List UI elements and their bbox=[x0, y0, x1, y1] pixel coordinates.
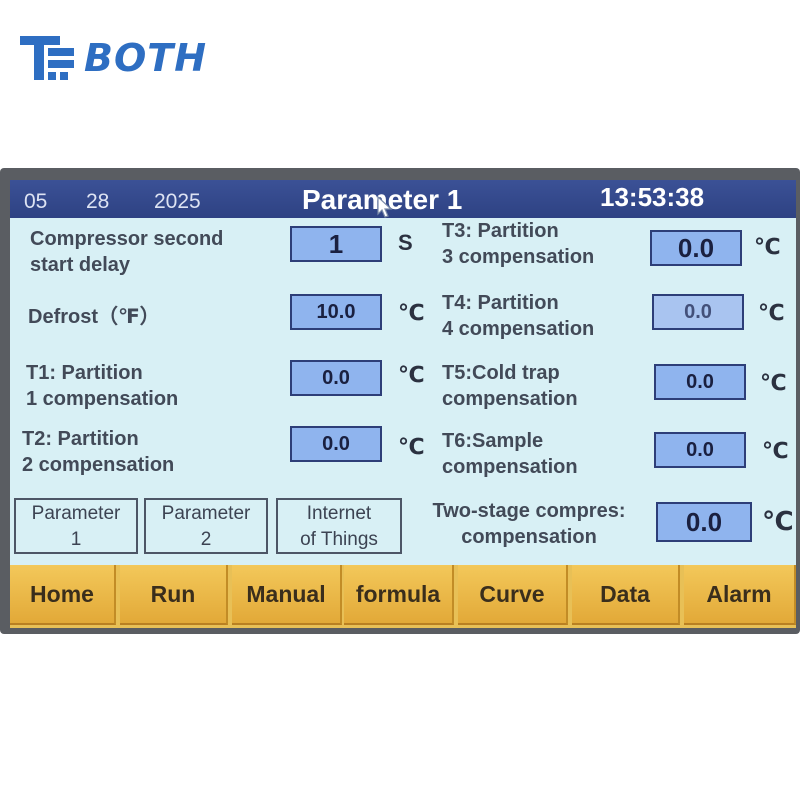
nav-data-button[interactable]: Data bbox=[572, 565, 680, 625]
param-unit-t5: ℃ bbox=[760, 370, 787, 395]
param-label-t5: T5:Cold trap compensation bbox=[442, 362, 578, 410]
header-day: 28 bbox=[86, 190, 110, 213]
param-label-t1: T1: Partition 1 compensation bbox=[26, 362, 179, 410]
brand-logo: BOTH bbox=[20, 34, 220, 84]
param-value-t2[interactable]: 0.0 bbox=[290, 426, 382, 462]
subnav-parameter-2-button[interactable]: Parameter 2 bbox=[144, 498, 268, 554]
param-unit-compressor-delay: S bbox=[398, 230, 413, 255]
nav-manual-button[interactable]: Manual bbox=[232, 565, 342, 625]
header-year: 2025 bbox=[154, 190, 201, 213]
param-value-t6[interactable]: 0.0 bbox=[654, 432, 746, 468]
param-label-t2: T2: Partition 2 compensation bbox=[22, 428, 175, 476]
header-bar: 05 28 2025 Parameter 1 13:53:38 bbox=[10, 180, 796, 218]
param-label-t3: T3: Partition 3 compensation bbox=[442, 220, 595, 268]
param-value-defrost[interactable]: 10.0 bbox=[290, 294, 382, 330]
param-value-t5[interactable]: 0.0 bbox=[654, 364, 746, 400]
nav-run-button[interactable]: Run bbox=[120, 565, 228, 625]
param-label-defrost: Defrost（℉） bbox=[28, 306, 160, 328]
subnav-internet-of-things-button[interactable]: Internet of Things bbox=[276, 498, 402, 554]
param-unit-two-stage: ℃ bbox=[762, 506, 794, 536]
nav-formula-button[interactable]: formula bbox=[344, 565, 454, 625]
param-unit-t3: ℃ bbox=[754, 234, 781, 259]
param-unit-defrost: ℃ bbox=[398, 300, 425, 325]
param-value-compressor-delay[interactable]: 1 bbox=[290, 226, 382, 262]
brand-logo-mark-icon bbox=[20, 36, 74, 80]
pointer-cursor-icon bbox=[377, 196, 393, 218]
nav-alarm-button[interactable]: Alarm bbox=[684, 565, 796, 625]
param-value-t1[interactable]: 0.0 bbox=[290, 360, 382, 396]
param-value-two-stage[interactable]: 0.0 bbox=[656, 502, 752, 542]
param-unit-t1: ℃ bbox=[398, 362, 425, 387]
brand-name: BOTH bbox=[84, 36, 207, 80]
nav-curve-button[interactable]: Curve bbox=[458, 565, 568, 625]
param-label-t6: T6:Sample compensation bbox=[442, 430, 578, 478]
param-unit-t2: ℃ bbox=[398, 434, 425, 459]
bottom-nav: Home Run Manual formula Curve Data Alarm bbox=[10, 565, 796, 628]
hmi-screen: 05 28 2025 Parameter 1 13:53:38 Compress… bbox=[10, 180, 796, 628]
nav-home-button[interactable]: Home bbox=[10, 565, 116, 625]
subnav-parameter-1-button[interactable]: Parameter 1 bbox=[14, 498, 138, 554]
param-value-t3[interactable]: 0.0 bbox=[650, 230, 742, 266]
param-label-compressor-delay: Compressor second start delay bbox=[30, 228, 224, 276]
header-time: 13:53:38 bbox=[600, 182, 705, 212]
param-label-t4: T4: Partition 4 compensation bbox=[442, 292, 595, 340]
param-label-two-stage: Two-stage compres: compensation bbox=[432, 500, 626, 548]
param-unit-t6: ℃ bbox=[762, 438, 789, 463]
param-unit-t4: ℃ bbox=[758, 300, 785, 325]
param-value-t4[interactable]: 0.0 bbox=[652, 294, 744, 330]
header-month: 05 bbox=[24, 190, 48, 213]
